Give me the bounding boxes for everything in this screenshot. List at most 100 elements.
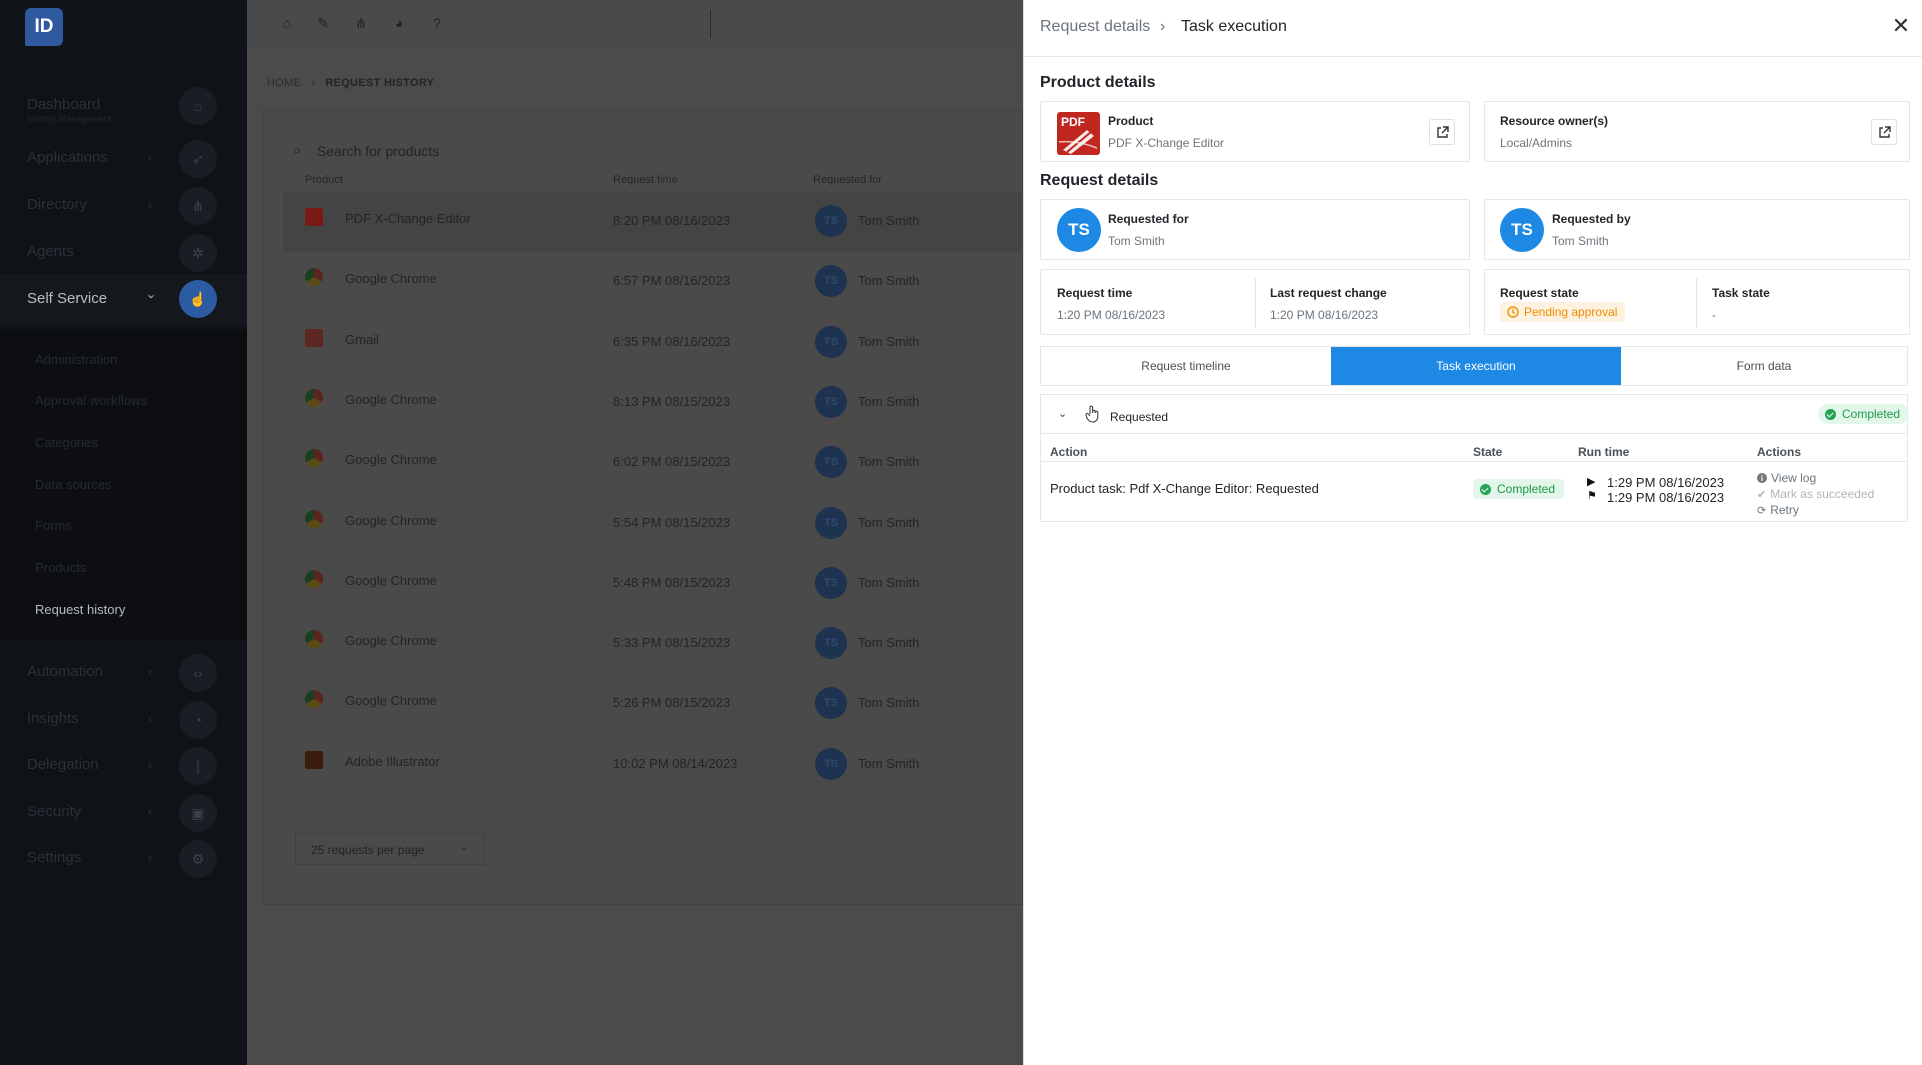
table-row[interactable]: Google Chrome 6:02 PM 08/15/2023 TS Tom Smi…: [283, 433, 1024, 493]
task-start-time: 1:29 PM 08/16/2023: [1607, 475, 1725, 490]
request-time: 5:54 PM 08/15/2023: [613, 514, 731, 530]
check-circle-icon: [1825, 408, 1836, 420]
request-time: 10:02 PM 08/14/2023: [613, 755, 738, 771]
gear-icon: ⚙: [179, 840, 217, 878]
chrome-icon: [305, 388, 323, 407]
rocket-icon: ➶: [179, 140, 217, 178]
requested-for: Tom Smith: [858, 454, 920, 470]
product-name: PDF X-Change Editor: [345, 211, 471, 226]
task-group-label[interactable]: Requested: [1110, 410, 1168, 424]
external-link-icon[interactable]: [1871, 119, 1897, 145]
wrench-icon[interactable]: ✎: [314, 15, 332, 33]
submenu-item-products[interactable]: Products: [35, 560, 86, 575]
avatar: TS: [815, 506, 847, 539]
sitemap-icon[interactable]: ⋔: [352, 15, 370, 33]
table-row[interactable]: Google Chrome 8:13 PM 08/15/2023 TS Tom Smi…: [283, 373, 1024, 433]
sidebar-item-insights[interactable]: Insights ‹ ◔: [0, 697, 247, 741]
requested-by-card: TS Requested by Tom Smith: [1484, 199, 1910, 260]
sidebar-item-directory[interactable]: Directory ‹ ⋔: [0, 183, 247, 227]
refresh-icon: ⟳: [1757, 504, 1767, 517]
top-toolbar: ⌂ ✎ ⋔ ◕ ?: [247, 0, 1023, 48]
column-header-request-time[interactable]: Request time: [613, 174, 678, 186]
table-row[interactable]: Google Chrome 5:54 PM 08/15/2023 TS Tom Smi…: [283, 494, 1024, 554]
sidebar-item-dashboard[interactable]: Dashboard Identity Management ⌂: [0, 83, 247, 127]
code-icon: ‹›: [179, 654, 217, 692]
product-label: Product: [1108, 114, 1154, 128]
sidebar-item-settings[interactable]: Settings ‹ ⚙: [0, 836, 247, 880]
column-header-requested-for[interactable]: Requested for: [813, 174, 882, 186]
chevron-down-icon: ⌄: [459, 842, 468, 853]
table-row[interactable]: Google Chrome 5:26 PM 08/15/2023 TS Tom Smi…: [283, 674, 1024, 734]
product-name: Gmail: [345, 331, 379, 347]
requested-for-card: TS Requested for Tom Smith: [1040, 199, 1470, 260]
product-name: Google Chrome: [345, 693, 437, 709]
view-log-label: View log: [1771, 471, 1817, 485]
tab-form-data[interactable]: Form data: [1621, 347, 1907, 385]
pie-chart-icon[interactable]: ◕: [390, 15, 408, 33]
tab-task-execution[interactable]: Task execution: [1331, 347, 1621, 385]
product-details-heading: Product details: [1040, 74, 1156, 91]
request-time: 5:33 PM 08/15/2023: [613, 635, 731, 651]
table-row[interactable]: Adobe Illustrator 10:02 PM 08/14/2023 TS To…: [283, 735, 1024, 795]
avatar: TS: [1500, 208, 1544, 252]
app-logo: ID: [25, 8, 63, 46]
chevron-down-icon[interactable]: ⌄: [1058, 407, 1067, 420]
chrome-icon: [305, 569, 323, 588]
panel-tabs: Request timeline Task execution Form dat…: [1040, 346, 1908, 386]
product-card: PDF Product PDF X-Change Editor: [1040, 101, 1470, 162]
sidebar-item-label: Delegation: [27, 756, 99, 773]
clock-icon: [1507, 306, 1519, 318]
chrome-icon: [305, 690, 323, 709]
retry-link[interactable]: ⟳ Retry: [1757, 503, 1799, 517]
panel-header: Request details › Task execution ✕: [1024, 0, 1922, 57]
table-row[interactable]: PDF X-Change Editor 8:20 PM 08/16/2023 TS T…: [283, 192, 1024, 252]
close-icon[interactable]: ✕: [1888, 13, 1914, 39]
sidebar-item-agents[interactable]: Agents ✲: [0, 230, 247, 274]
avatar: TS: [815, 566, 847, 599]
info-icon: i: [1757, 473, 1767, 483]
request-time: 5:48 PM 08/15/2023: [613, 574, 731, 590]
submenu-item-data-sources[interactable]: Data sources: [35, 477, 112, 492]
submenu-item-forms[interactable]: Forms: [35, 518, 72, 533]
avatar: TS: [815, 627, 847, 660]
chevron-left-icon: ‹: [148, 850, 153, 865]
breadcrumb-home[interactable]: HOME: [267, 77, 301, 89]
chrome-icon: [305, 630, 323, 649]
home-icon[interactable]: ⌂: [278, 15, 296, 33]
sidebar-item-automation[interactable]: Automation ‹ ‹›: [0, 650, 247, 694]
breadcrumb-request-details[interactable]: Request details: [1040, 18, 1150, 36]
last-change-label: Last request change: [1270, 286, 1387, 300]
help-icon[interactable]: ?: [428, 15, 446, 33]
external-link-icon[interactable]: [1429, 119, 1455, 145]
submenu-item-request-history[interactable]: Request history: [35, 602, 125, 617]
table-row[interactable]: Gmail 6:35 PM 08/16/2023 TS Tom Smith: [283, 313, 1024, 373]
page-size-select[interactable]: 25 requests per page ⌄: [295, 833, 485, 865]
product-name: Google Chrome: [345, 391, 437, 407]
last-change-value: 1:20 PM 08/16/2023: [1270, 308, 1379, 322]
submenu-item-approval-workflows[interactable]: Approval workflows: [35, 393, 147, 408]
submenu-item-administration[interactable]: Administration: [35, 352, 117, 367]
task-end-time: 1:29 PM 08/16/2023: [1607, 490, 1725, 505]
chevron-left-icon: ‹: [148, 150, 153, 165]
avatar: TS: [815, 446, 847, 479]
request-time: 6:35 PM 08/16/2023: [613, 333, 731, 349]
mark-as-succeeded-link[interactable]: ✔ Mark as succeeded: [1757, 487, 1874, 501]
submenu-item-categories[interactable]: Categories: [35, 435, 98, 450]
tab-request-timeline[interactable]: Request timeline: [1041, 347, 1331, 385]
breadcrumb-current: REQUEST HISTORY: [325, 77, 435, 89]
view-log-link[interactable]: i View log: [1757, 471, 1816, 485]
search-input[interactable]: Search for products: [317, 143, 439, 159]
product-name: Google Chrome: [345, 271, 437, 287]
table-row[interactable]: Google Chrome 6:57 PM 08/16/2023 TS Tom Smi…: [283, 252, 1024, 312]
hand-pointer-icon: ☝: [179, 280, 217, 318]
table-row[interactable]: Google Chrome 5:48 PM 08/15/2023 TS Tom Smi…: [283, 554, 1024, 614]
table-row[interactable]: Google Chrome 5:33 PM 08/15/2023 TS Tom Smi…: [283, 614, 1024, 674]
sidebar-item-applications[interactable]: Applications ‹ ➶: [0, 136, 247, 180]
sidebar: ID Dashboard Identity Management ⌂ Appli…: [0, 0, 247, 1065]
request-time: 8:20 PM 08/16/2023: [613, 213, 731, 228]
sidebar-item-security[interactable]: Security ‹ ▣: [0, 790, 247, 834]
column-header-product[interactable]: Product: [305, 174, 343, 186]
sidebar-item-self-service[interactable]: Self Service ‹ ☝: [0, 274, 247, 324]
sidebar-item-delegation[interactable]: Delegation ‹ ❘: [0, 743, 247, 787]
product-name: Google Chrome: [345, 452, 437, 468]
